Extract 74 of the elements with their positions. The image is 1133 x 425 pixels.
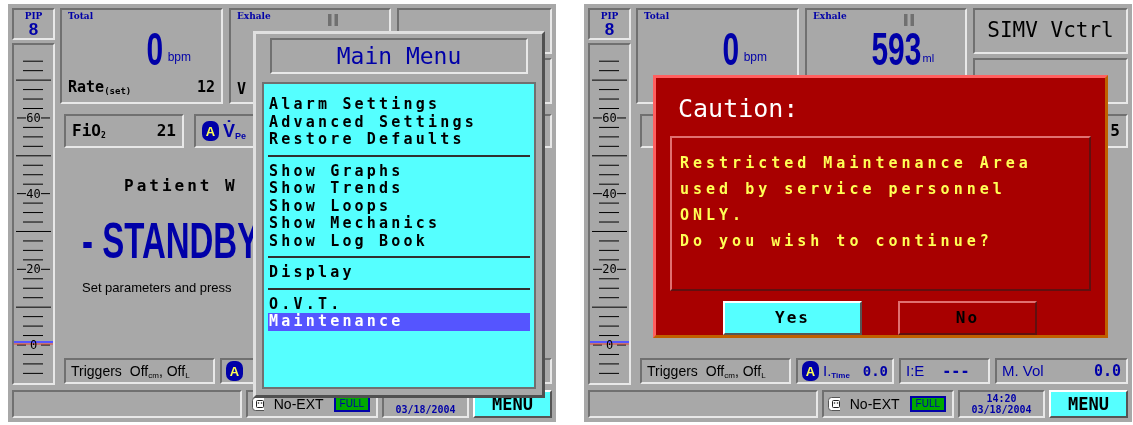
- power-outlet-icon: [828, 397, 840, 411]
- inspiratory-time-label: I.$_{Time}$: [823, 360, 850, 382]
- scale-label: 60: [26, 109, 41, 126]
- message-text: Restricted Maintenance Area: [680, 152, 1033, 174]
- minute-volume-value: 0.0: [1093, 360, 1121, 382]
- message-text: Do you wish to continue?: [680, 230, 994, 252]
- set-rate-value: 12: [196, 76, 215, 98]
- instruction-text: Set parameters and press: [82, 279, 232, 297]
- dialog-button[interactable]: Yes: [723, 300, 862, 335]
- menu-item[interactable]: Show Log Book: [268, 232, 530, 250]
- rate-value: 0: [146, 25, 164, 72]
- ie-ratio-label: I:E: [906, 360, 925, 381]
- menu-item[interactable]: Show Trends: [268, 180, 530, 198]
- menu-item[interactable]: Alarm Settings: [268, 96, 530, 114]
- menu-item[interactable]: Advanced Settings: [268, 113, 530, 131]
- triggers-label: Triggers: [71, 361, 122, 381]
- message-text: ONLY.: [680, 204, 747, 226]
- auto-badge: A: [802, 361, 819, 381]
- peak-flow-label: V̇$_{Pe}$: [223, 119, 247, 143]
- mode-label: SIMV Vctrl: [987, 17, 1114, 45]
- clock-time: 14:20: [986, 393, 1017, 404]
- panel-label: Exhale: [813, 10, 847, 23]
- triggers-value: Off$_{cm}$, Off$_{L}$: [705, 361, 766, 382]
- volume-label: V: [237, 79, 248, 100]
- inspiratory-time-value: 0.0: [862, 361, 888, 381]
- panel-label: Total: [644, 10, 671, 23]
- scale-label: 20: [602, 261, 617, 278]
- menu-item[interactable]: Show Loops: [268, 197, 530, 215]
- unit-label: ml: [922, 50, 935, 66]
- menu-item[interactable]: Show Mechanics: [268, 215, 530, 233]
- scale-label: 60: [602, 109, 617, 126]
- readout-value: 5: [1110, 120, 1120, 142]
- menu-item[interactable]: O.V.T.: [268, 295, 530, 313]
- triggers-value: Off$_{cm}$, Off$_{L}$: [129, 361, 190, 382]
- volume-value: 593: [871, 26, 922, 72]
- menu-title: Main Menu: [336, 41, 462, 71]
- rate-value: 0: [722, 25, 740, 72]
- fio2-label: FiO$_{2}$: [72, 120, 106, 142]
- auto-badge: A: [202, 121, 219, 141]
- power-status: No-EXT: [849, 394, 900, 414]
- triggers-label: Triggers: [647, 361, 698, 381]
- menu-item[interactable]: Display: [268, 264, 530, 282]
- clock-date: 03/18/2004: [395, 404, 456, 415]
- scale-label: 0: [28, 337, 39, 353]
- scale-label: 0: [604, 337, 615, 353]
- minute-volume-label: M. Vol: [1002, 360, 1044, 381]
- standby-status: - STANDBY: [82, 216, 260, 266]
- clock-date: 03/18/2004: [971, 404, 1032, 415]
- dialog-title: Caution:: [678, 93, 800, 125]
- menu-item[interactable]: Restore Defaults: [268, 131, 530, 149]
- pip-label: PIP: [600, 12, 619, 21]
- message-text: used by service personnel: [680, 178, 1007, 200]
- unit-label: bpm: [167, 48, 191, 66]
- battery-indicator: FULL: [909, 396, 946, 412]
- scale-label: 40: [26, 185, 41, 202]
- power-status: No-EXT: [273, 394, 324, 414]
- scale-label: 40: [602, 185, 617, 202]
- unit-label: bpm: [743, 48, 767, 66]
- set-rate-label: Rate$_{(set)}$: [68, 76, 132, 98]
- pip-value: 8: [604, 21, 615, 38]
- scale-label: 20: [26, 261, 41, 278]
- ie-ratio-value: ---: [942, 360, 970, 382]
- pip-value: 8: [28, 21, 39, 38]
- fio2-value: 21: [156, 120, 176, 142]
- menu-button[interactable]: MENU: [1049, 390, 1128, 418]
- menu-item[interactable]: Maintenance: [268, 313, 530, 331]
- auto-badge: A: [226, 361, 243, 381]
- pip-label: PIP: [24, 12, 43, 21]
- pause-icon: [904, 14, 914, 26]
- patient-title: Patient W: [124, 175, 238, 197]
- pause-icon: [328, 14, 338, 26]
- menu-item[interactable]: Show Graphs: [268, 162, 530, 180]
- panel-label: Exhale: [237, 10, 271, 23]
- panel-label: Total: [68, 10, 95, 23]
